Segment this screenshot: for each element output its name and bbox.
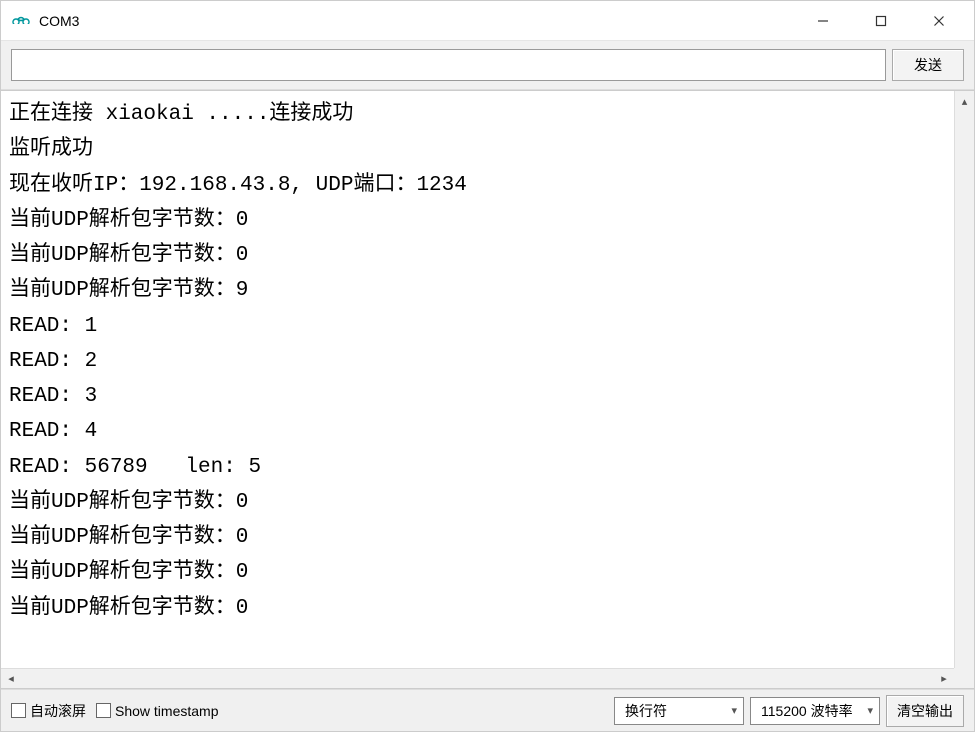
footer-bar: 自动滚屏 Show timestamp 换行符 ▾ 115200 波特率 ▾ 清… xyxy=(1,689,974,731)
titlebar: COM3 xyxy=(1,1,974,41)
show-timestamp-checkbox[interactable]: Show timestamp xyxy=(96,703,218,719)
minimize-button[interactable] xyxy=(794,1,852,40)
chevron-down-icon: ▾ xyxy=(867,704,873,717)
scroll-right-icon[interactable]: ▸ xyxy=(934,669,954,688)
console-area: 正在连接 xiaokai .....连接成功 监听成功 现在收听IP：192.1… xyxy=(1,90,974,689)
arduino-infinity-icon xyxy=(11,11,31,31)
line-ending-select[interactable]: 换行符 ▾ xyxy=(614,697,744,725)
console-output[interactable]: 正在连接 xiaokai .....连接成功 监听成功 现在收听IP：192.1… xyxy=(1,91,954,668)
scroll-left-icon[interactable]: ◂ xyxy=(1,669,21,688)
serial-input[interactable] xyxy=(11,49,886,81)
line-ending-value: 换行符 xyxy=(625,701,721,721)
autoscroll-label: 自动滚屏 xyxy=(30,701,86,721)
vertical-scrollbar[interactable]: ▴ xyxy=(954,91,974,668)
chevron-down-icon: ▾ xyxy=(731,704,737,717)
horizontal-scrollbar[interactable]: ◂ ▸ xyxy=(1,668,954,688)
baud-rate-value: 115200 波特率 xyxy=(761,701,857,721)
window-title: COM3 xyxy=(39,13,79,29)
scroll-up-icon[interactable]: ▴ xyxy=(955,91,974,111)
serial-monitor-window: COM3 发送 正在连接 xiaokai .....连接成功 监听成功 现在收听… xyxy=(0,0,975,732)
maximize-button[interactable] xyxy=(852,1,910,40)
baud-rate-select[interactable]: 115200 波特率 ▾ xyxy=(750,697,880,725)
send-row: 发送 xyxy=(1,41,974,90)
window-controls xyxy=(794,1,968,40)
clear-output-button[interactable]: 清空输出 xyxy=(886,695,964,727)
scroll-corner xyxy=(954,668,974,688)
close-button[interactable] xyxy=(910,1,968,40)
show-timestamp-label: Show timestamp xyxy=(115,703,218,719)
checkbox-icon xyxy=(11,703,26,718)
send-button[interactable]: 发送 xyxy=(892,49,964,81)
autoscroll-checkbox[interactable]: 自动滚屏 xyxy=(11,701,86,721)
checkbox-icon xyxy=(96,703,111,718)
